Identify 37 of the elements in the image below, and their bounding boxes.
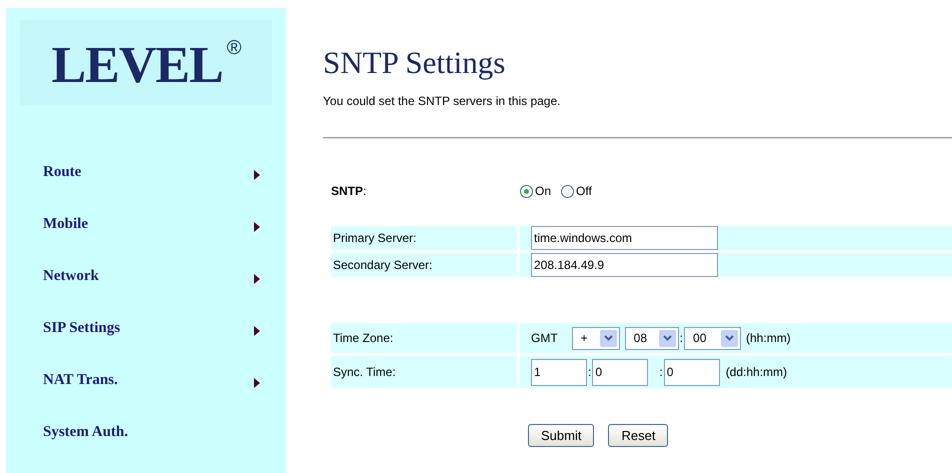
separator-text: :	[659, 364, 663, 381]
menu-item[interactable]: NAT Trans.	[43, 369, 118, 392]
reset-button[interactable]: Reset	[608, 424, 668, 447]
radio-label: On	[535, 183, 552, 200]
field-label: SNTP:	[331, 183, 368, 200]
chevron-down-icon	[604, 335, 613, 341]
field-label: Primary Server:	[333, 230, 416, 247]
page-title: SNTP Settings	[323, 44, 506, 82]
separator-text: :	[680, 330, 684, 347]
menu-item[interactable]: SIP Settings	[43, 317, 120, 340]
menu-item[interactable]: Mobile	[43, 213, 88, 236]
field-label: Time Zone:	[333, 330, 394, 347]
separator-text: :	[588, 364, 592, 381]
radio-label: Off	[576, 183, 592, 200]
field-label: Secondary Server:	[333, 257, 432, 274]
logo: LEVEL®	[51, 38, 241, 94]
unit-text: (hh:mm)	[746, 330, 791, 347]
radio-button[interactable]	[561, 184, 574, 198]
input-field[interactable]: 0	[664, 358, 720, 386]
chevron-down-icon	[662, 335, 672, 341]
dropdown[interactable]: 08	[624, 326, 679, 350]
chevron-down-icon	[725, 335, 734, 341]
page-description: You could set the SNTP servers in this page.	[323, 93, 562, 110]
dropdown[interactable]: +	[572, 326, 620, 350]
input-field[interactable]: 208.184.49.9	[531, 253, 718, 277]
field-text: GMT	[531, 330, 558, 347]
input-field[interactable]: time.windows.com	[531, 226, 718, 250]
unit-text: (dd:hh:mm)	[726, 364, 788, 381]
menu-item[interactable]: Route	[43, 161, 82, 184]
submit-button[interactable]: Submit	[528, 424, 594, 447]
radio-button[interactable]	[520, 184, 533, 198]
dropdown[interactable]: 00	[684, 326, 742, 350]
menu-item[interactable]: System Auth.	[43, 421, 128, 444]
menu-item[interactable]: Network	[43, 265, 99, 288]
input-field[interactable]: 0	[592, 358, 648, 386]
field-label: Sync. Time:	[333, 364, 396, 381]
input-field[interactable]: 1	[531, 358, 587, 386]
